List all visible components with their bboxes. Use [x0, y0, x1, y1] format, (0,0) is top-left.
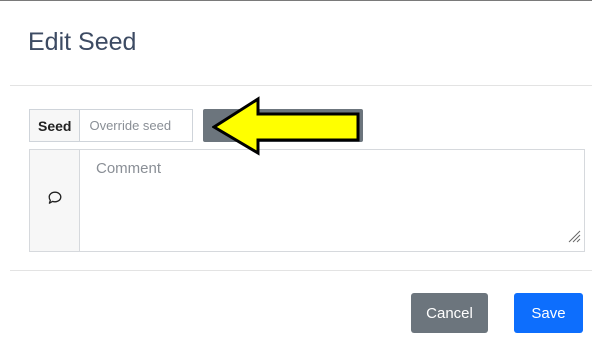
seed-label: Seed — [29, 109, 81, 142]
window-top-border — [0, 0, 592, 1]
footer-divider — [10, 270, 592, 271]
save-button[interactable]: Save — [514, 293, 583, 333]
resize-grip-icon[interactable] — [567, 229, 581, 248]
comment-input-group — [29, 149, 585, 252]
comment-addon — [30, 150, 80, 251]
cancel-button[interactable]: Cancel — [411, 293, 488, 333]
chat-bubble-icon — [47, 190, 63, 211]
header-divider — [10, 85, 592, 86]
override-seed-input[interactable] — [80, 109, 194, 142]
yellow-arrow-icon — [212, 96, 360, 156]
comment-textarea[interactable] — [80, 150, 584, 251]
modal-title: Edit Seed — [28, 28, 137, 56]
